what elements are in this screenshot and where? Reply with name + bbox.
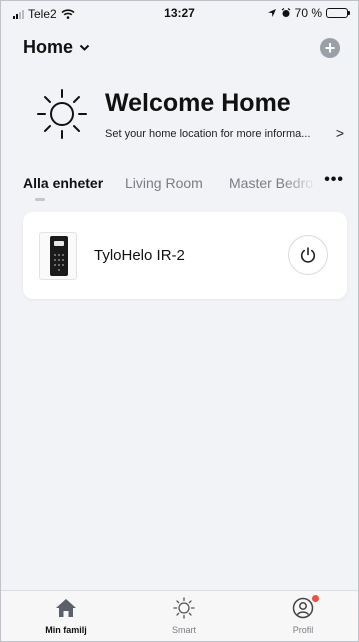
add-button[interactable]: + — [320, 38, 340, 58]
app-screen: Tele2 13:27 70 % Home + Welcome Home Set… — [0, 0, 359, 642]
set-location-link[interactable]: Set your home location for more informa.… — [105, 128, 310, 140]
sauna-control-panel-icon — [39, 232, 77, 280]
sun-icon — [173, 597, 195, 619]
location-arrow-icon — [267, 9, 276, 17]
active-tab-indicator — [35, 198, 45, 201]
battery-icon — [326, 8, 350, 18]
tab-alla-enheter[interactable]: Alla enheter — [23, 175, 103, 191]
device-name: TyloHelo IR-2 — [94, 247, 185, 264]
home-label: Home — [23, 37, 74, 57]
nav-label: Profil — [292, 625, 314, 635]
nav-smart[interactable]: Smart — [144, 591, 224, 641]
more-tabs-button[interactable]: ••• — [324, 171, 344, 189]
plus-circle-icon: + — [324, 38, 336, 58]
nav-min-familj[interactable]: Min familj — [26, 591, 106, 641]
status-bar: Tele2 13:27 70 % — [1, 1, 358, 23]
home-icon — [56, 599, 76, 617]
chevron-down-icon — [79, 44, 90, 51]
welcome-title: Welcome Home — [105, 89, 291, 117]
power-icon — [300, 247, 316, 263]
notification-badge — [312, 595, 319, 602]
nav-label: Min familj — [45, 625, 87, 635]
alarm-icon — [281, 8, 291, 17]
nav-label: Smart — [171, 625, 196, 635]
tab-fade — [283, 171, 323, 195]
user-icon — [292, 597, 314, 619]
nav-profil[interactable]: Profil — [263, 591, 343, 641]
power-button[interactable] — [288, 235, 328, 275]
bottom-navigation: Min familj Smart Profil — [1, 590, 358, 641]
device-card[interactable]: TyloHelo IR-2 — [23, 212, 347, 299]
tab-living-room[interactable]: Living Room — [125, 175, 203, 191]
battery-percent: 70 % — [294, 6, 322, 20]
home-selector[interactable]: Home — [23, 37, 90, 58]
sun-icon — [37, 89, 87, 139]
chevron-right-icon[interactable]: > — [336, 125, 344, 141]
